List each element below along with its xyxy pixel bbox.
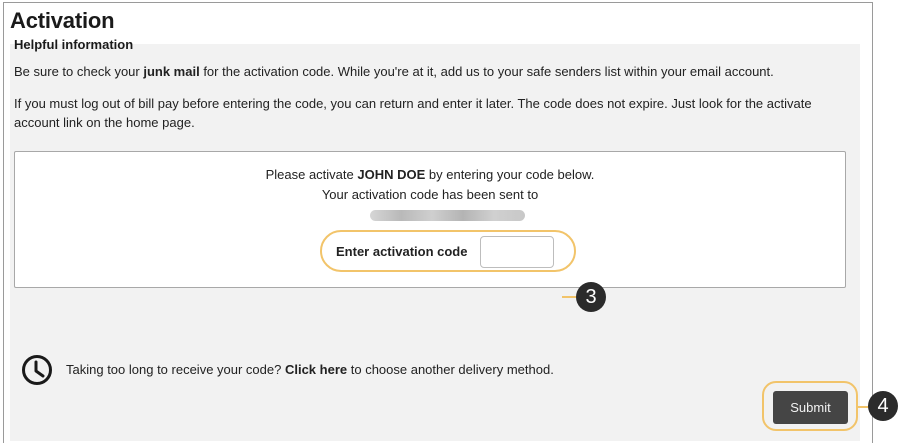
junk-mail-notice-start: Be sure to check your (14, 64, 144, 79)
code-sent-message: Your activation code has been sent to (321, 187, 539, 202)
submit-button[interactable]: Submit (773, 391, 848, 424)
activation-code-label: Enter activation code (336, 244, 468, 259)
logout-notice: If you must log out of bill pay before e… (14, 96, 812, 130)
activation-code-box: Please activate JOHN DOE by entering you… (14, 151, 846, 288)
step-3-connector (562, 296, 576, 298)
junk-mail-emphasis: junk mail (143, 64, 200, 79)
step-3-badge: 3 (576, 282, 606, 312)
delivery-notice-end: to choose another delivery method. (347, 362, 554, 377)
click-here-link[interactable]: Click here (285, 362, 347, 377)
redacted-email (370, 210, 525, 221)
activate-message-end: by entering your code below. (425, 167, 595, 182)
activate-user-message: Please activate JOHN DOE by entering you… (15, 167, 845, 182)
activate-message-start: Please activate (265, 167, 358, 182)
junk-mail-notice-end: for the activation code. While you're at… (199, 64, 774, 79)
help-heading: Helpful information (14, 37, 134, 52)
user-name: JOHN DOE (357, 167, 426, 182)
delivery-notice-start: Taking too long to receive your code? (66, 362, 285, 377)
junk-mail-notice: Be sure to check your junk mail for the … (14, 62, 774, 81)
step-4-badge: 4 (868, 391, 898, 421)
activation-code-input[interactable] (480, 236, 554, 268)
page-title: Activation (10, 8, 115, 33)
delivery-method-notice: Taking too long to receive your code? Cl… (66, 362, 554, 377)
activation-code-callout: Enter activation code (320, 230, 576, 272)
clock-icon (22, 355, 52, 385)
